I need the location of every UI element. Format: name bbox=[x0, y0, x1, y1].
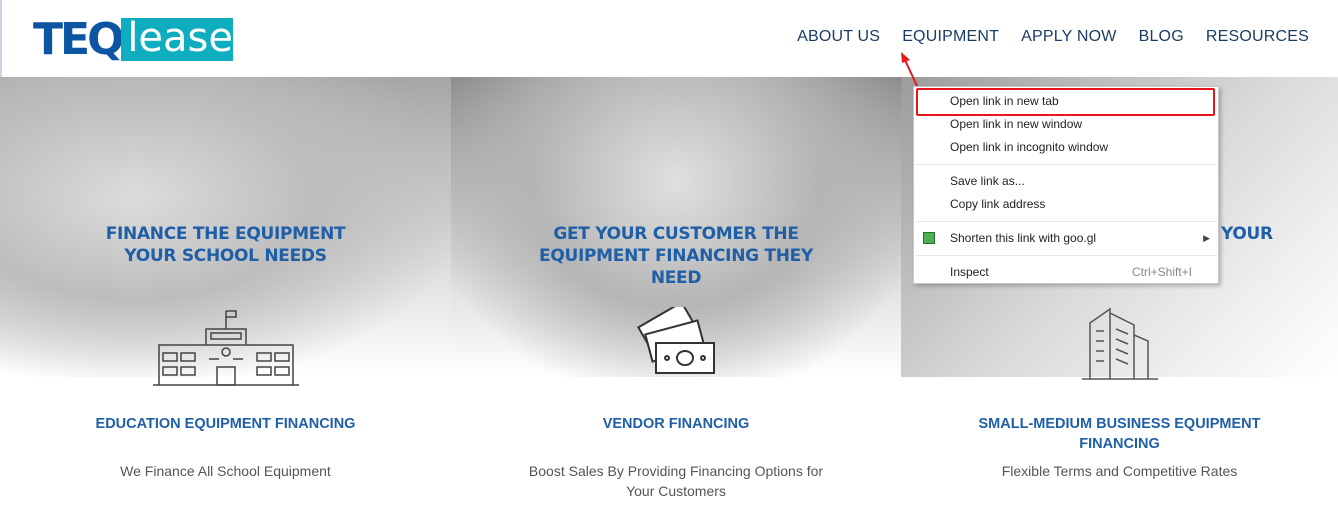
menu-open-new-window[interactable]: Open link in new window bbox=[914, 113, 1218, 136]
menu-copy-link[interactable]: Copy link address bbox=[914, 193, 1218, 216]
panel-title[interactable]: EDUCATION EQUIPMENT FINANCING bbox=[0, 414, 451, 434]
menu-shorten-link[interactable]: Shorten this link with goo.gl ▶ bbox=[914, 227, 1218, 250]
panel-heading: YOUR bbox=[1221, 224, 1273, 244]
panel-description: Flexible Terms and Competitive Rates bbox=[1001, 463, 1238, 479]
menu-shortcut: Ctrl+Shift+I bbox=[1131, 265, 1192, 279]
logo-lease: lease bbox=[121, 18, 233, 61]
nav-equipment[interactable]: EQUIPMENT bbox=[902, 28, 999, 46]
menu-item-label: Shorten this link with goo.gl bbox=[950, 231, 1097, 245]
logo-teq: TEQ bbox=[33, 18, 122, 61]
menu-divider bbox=[915, 221, 1217, 222]
panel-vendor[interactable]: GET YOUR CUSTOMER THE EQUIPMENT FINANCIN… bbox=[451, 77, 901, 510]
annotation-arrow-icon bbox=[901, 52, 919, 89]
main-nav: ABOUT US EQUIPMENT APPLY NOW BLOG RESOUR… bbox=[797, 28, 1309, 46]
menu-divider bbox=[915, 164, 1217, 165]
menu-item-label: Inspect bbox=[950, 265, 989, 279]
panel-description: Boost Sales By Providing Financing Optio… bbox=[528, 463, 824, 499]
panel-title[interactable]: SMALL-MEDIUM BUSINESS EQUIPMENT FINANCIN… bbox=[901, 414, 1338, 454]
submenu-arrow-icon: ▶ bbox=[1203, 233, 1210, 243]
money-bills-icon bbox=[636, 307, 715, 374]
office-building-icon bbox=[1081, 307, 1158, 380]
menu-inspect[interactable]: Inspect Ctrl+Shift+I bbox=[914, 261, 1218, 284]
menu-divider bbox=[915, 255, 1217, 256]
panel-heading: FINANCE THE EQUIPMENT YOUR SCHOOL NEEDS bbox=[105, 224, 346, 266]
panel-education[interactable]: FINANCE THE EQUIPMENT YOUR SCHOOL NEEDS … bbox=[0, 77, 451, 510]
panel-title[interactable]: VENDOR FINANCING bbox=[451, 414, 901, 434]
nav-resources[interactable]: RESOURCES bbox=[1206, 28, 1309, 46]
menu-open-incognito[interactable]: Open link in incognito window bbox=[914, 136, 1218, 159]
header: TEQ lease ABOUT US EQUIPMENT APPLY NOW B… bbox=[0, 0, 1338, 77]
nav-about-us[interactable]: ABOUT US bbox=[797, 28, 880, 46]
panel-description: We Finance All School Equipment bbox=[120, 463, 331, 479]
logo[interactable]: TEQ lease bbox=[33, 18, 233, 61]
school-building-icon bbox=[152, 310, 299, 386]
panel-heading: GET YOUR CUSTOMER THE EQUIPMENT FINANCIN… bbox=[539, 224, 813, 288]
menu-save-link[interactable]: Save link as... bbox=[914, 170, 1218, 193]
highlight-box bbox=[916, 88, 1215, 116]
goo-gl-extension-icon bbox=[923, 232, 935, 244]
nav-apply-now[interactable]: APPLY NOW bbox=[1021, 28, 1116, 46]
nav-blog[interactable]: BLOG bbox=[1139, 28, 1184, 46]
